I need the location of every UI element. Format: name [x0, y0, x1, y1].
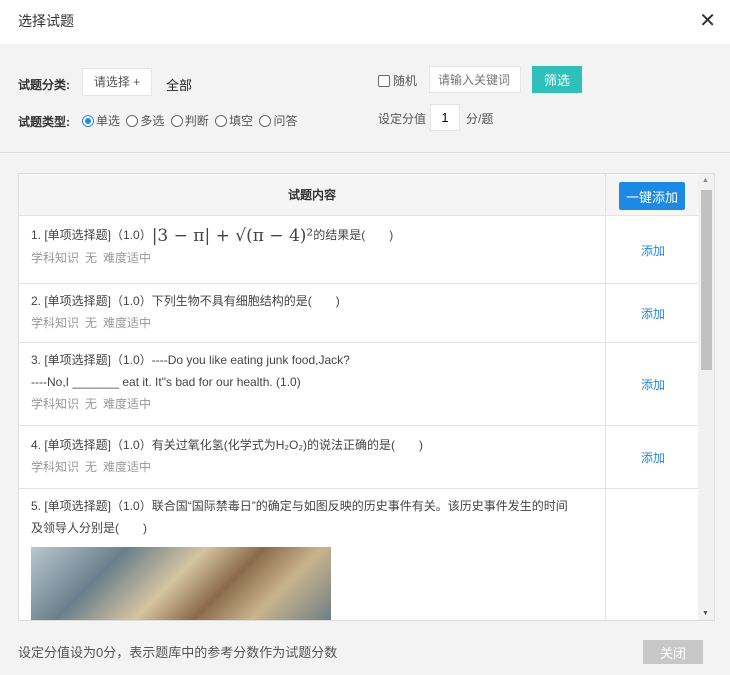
add-link[interactable]: 添加: [607, 305, 699, 322]
question-image: [31, 547, 331, 620]
add-all-button[interactable]: 一键添加: [619, 182, 685, 210]
scrollbar[interactable]: ▲ ▼: [698, 174, 714, 620]
question-meta: 学科知识无难度适中: [31, 397, 152, 411]
add-link[interactable]: 添加: [607, 242, 699, 259]
table-row: 5. [单项选择题]（1.0）联合国“国际禁毒日”的确定与如图反映的历史事件有关…: [19, 489, 699, 620]
category-value: 全部: [166, 78, 193, 93]
table-row: 1. [单项选择题]（1.0）|3 − π| + √(π − 4)²的结果是( …: [19, 216, 699, 284]
score-input[interactable]: [430, 104, 460, 131]
random-checkbox-wrap[interactable]: 随机: [378, 72, 417, 89]
question-text: ----Do you like eating junk food,Jack?: [151, 353, 350, 367]
close-button[interactable]: 关闭: [643, 640, 703, 664]
question-text-line2: 及领导人分别是( ): [31, 521, 147, 535]
scroll-down-icon[interactable]: ▼: [702, 610, 709, 617]
radio-single[interactable]: [82, 115, 94, 127]
category-select-button[interactable]: 请选择 +: [82, 68, 152, 96]
divider: [0, 152, 730, 153]
question-prefix: 3. [单项选择题]（1.0）: [31, 353, 152, 367]
score-unit: 分/题: [466, 112, 494, 126]
radio-fill[interactable]: [215, 115, 228, 127]
question-text: 下列生物不具有细胞结构的是( ): [151, 294, 340, 308]
question-text: 有关过氧化氢(化学式为H₂O₂)的说法正确的是( ): [151, 438, 424, 452]
radio-label: 单选: [96, 114, 121, 128]
score-label: 设定分值: [378, 112, 427, 126]
footer-note: 设定分值设为0分，表示题库中的参考分数作为试题分数: [18, 645, 338, 660]
add-link[interactable]: 添加: [607, 376, 699, 393]
question-meta: 学科知识无难度适中: [31, 316, 152, 330]
question-prefix: 1. [单项选择题]（1.0）: [31, 228, 152, 242]
type-radio-group: 单选 多选 判断 填空 问答: [82, 112, 300, 129]
category-label: 试题分类:: [18, 78, 70, 92]
question-prefix: 4. [单项选择题]（1.0）: [31, 438, 152, 452]
question-text: 的结果是( ): [313, 228, 394, 242]
radio-label: 判断: [184, 114, 209, 128]
question-prefix: 2. [单项选择题]（1.0）: [31, 294, 152, 308]
radio-label: 问答: [273, 114, 298, 128]
radio-essay[interactable]: [259, 115, 272, 127]
table-header: 试题内容 一键添加: [19, 174, 699, 216]
dialog-titlebar: 选择试题 ✕: [0, 0, 730, 44]
question-text-line2: ----No,I _______ eat it. It"s bad for ou…: [31, 375, 301, 389]
type-label: 试题类型:: [18, 115, 70, 129]
question-prefix: 5. [单项选择题]（1.0）: [31, 499, 152, 513]
close-icon[interactable]: ✕: [699, 8, 716, 33]
random-checkbox[interactable]: [378, 75, 390, 87]
keyword-input[interactable]: [429, 66, 521, 93]
question-text: 联合国“国际禁毒日”的确定与如图反映的历史事件有关。该历史事件发生的时间: [151, 499, 568, 513]
question-meta: 学科知识无难度适中: [31, 251, 152, 265]
add-link[interactable]: 添加: [607, 449, 699, 466]
question-table: 试题内容 一键添加 1. [单项选择题]（1.0）|3 − π| + √(π −…: [18, 173, 715, 621]
table-row: 4. [单项选择题]（1.0）有关过氧化氢(化学式为H₂O₂)的说法正确的是( …: [19, 426, 699, 489]
table-row: 3. [单项选择题]（1.0）----Do you like eating ju…: [19, 343, 699, 426]
radio-multiple[interactable]: [126, 115, 139, 127]
filter-button[interactable]: 筛选: [532, 66, 582, 93]
scrollbar-thumb[interactable]: [701, 190, 712, 370]
radio-judge[interactable]: [170, 115, 183, 127]
column-header-content: 试题内容: [19, 174, 606, 216]
dialog-title: 选择试题: [18, 13, 74, 29]
radio-label: 填空: [229, 114, 254, 128]
radio-label: 多选: [140, 114, 165, 128]
scroll-up-icon[interactable]: ▲: [702, 177, 709, 184]
random-label: 随机: [393, 74, 418, 88]
question-meta: 学科知识无难度适中: [31, 460, 152, 474]
math-formula: |3 − π| + √(π − 4)²: [151, 226, 314, 246]
table-row: 2. [单项选择题]（1.0）下列生物不具有细胞结构的是( ) 学科知识无难度适…: [19, 284, 699, 343]
